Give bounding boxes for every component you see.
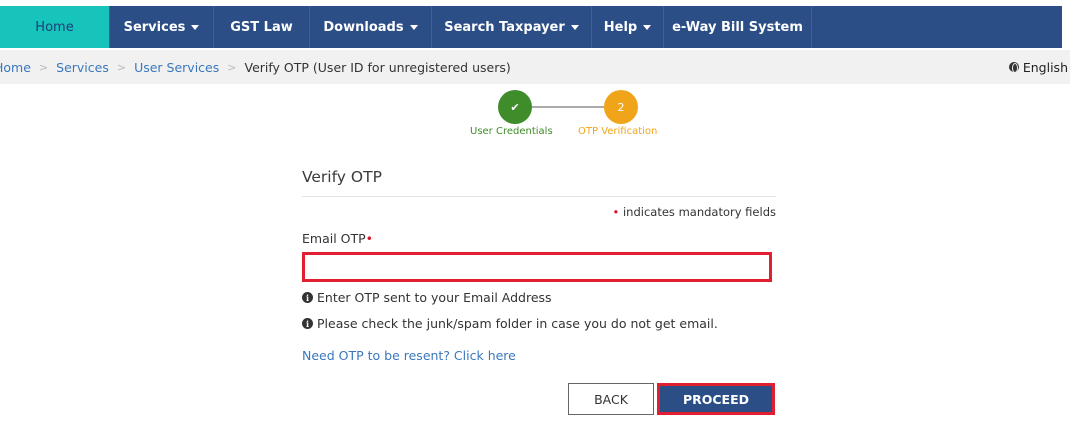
- step-2-label: OTP Verification: [578, 126, 658, 137]
- required-asterisk: •: [365, 231, 374, 246]
- breadcrumb-separator-icon: >: [227, 60, 237, 74]
- chevron-down-icon: [643, 24, 652, 30]
- breadcrumb-separator-icon: >: [116, 60, 127, 74]
- nav-search-taxpayer-label: Search Taxpayer: [444, 19, 565, 35]
- required-asterisk: •: [612, 205, 620, 219]
- email-otp-input[interactable]: [302, 252, 772, 282]
- spam-hint: i Please check the junk/spam folder in ca…: [302, 316, 776, 331]
- nav-help-label: Help: [603, 19, 638, 35]
- globe-icon: [1008, 62, 1019, 72]
- nav-downloads-label: Downloads: [323, 19, 404, 35]
- progress-stepper: ✔ 2 User Credentials OTP Verification: [468, 88, 678, 144]
- nav-gst-law-label: GST Law: [230, 19, 293, 35]
- breadcrumb-home[interactable]: Home: [0, 60, 31, 75]
- email-otp-label-text: Email OTP: [302, 231, 366, 246]
- nav-services[interactable]: Services: [110, 6, 214, 48]
- form-title: Verify OTP: [302, 160, 776, 197]
- spam-hint-text: Please check the junk/spam folder in cas…: [317, 316, 718, 331]
- step-2-circle: 2: [604, 90, 638, 124]
- nav-search-taxpayer[interactable]: Search Taxpayer: [432, 6, 592, 48]
- back-button[interactable]: BACK: [568, 383, 654, 415]
- breadcrumb: Home > Services > User Services > Verify…: [0, 50, 1070, 84]
- nav-help[interactable]: Help: [592, 6, 664, 48]
- breadcrumb-services[interactable]: Services: [56, 60, 109, 75]
- otp-hint: i Enter OTP sent to your Email Address: [302, 290, 776, 305]
- step-1-check-icon: ✔: [498, 90, 532, 124]
- step-2-number: 2: [617, 100, 625, 114]
- mandatory-note-text: indicates mandatory fields: [622, 205, 776, 219]
- nav-home-label: Home: [35, 19, 74, 35]
- nav-home[interactable]: Home: [0, 6, 110, 48]
- breadcrumb-user-services[interactable]: User Services: [134, 60, 219, 75]
- resend-otp-link[interactable]: Need OTP to be resent? Click here: [302, 348, 776, 363]
- nav-eway-bill-label: e-Way Bill System: [672, 19, 803, 35]
- language-selector[interactable]: English: [1008, 50, 1068, 84]
- info-icon: i: [302, 318, 313, 329]
- info-icon: i: [302, 292, 313, 303]
- breadcrumb-current: Verify OTP (User ID for unregistered use…: [244, 59, 511, 75]
- nav-eway-bill[interactable]: e-Way Bill System: [664, 6, 812, 48]
- nav-downloads[interactable]: Downloads: [310, 6, 432, 48]
- nav-services-label: Services: [123, 19, 186, 35]
- email-otp-label: Email OTP•: [302, 231, 776, 246]
- otp-hint-text: Enter OTP sent to your Email Address: [317, 290, 552, 305]
- stepper-connector-line: [528, 106, 608, 108]
- proceed-button[interactable]: PROCEED: [657, 383, 775, 415]
- nav-gst-law[interactable]: GST Law: [214, 6, 310, 48]
- chevron-down-icon: [191, 24, 200, 30]
- breadcrumb-separator-icon: >: [38, 60, 49, 74]
- step-1-marker: ✔: [510, 100, 520, 114]
- form-actions: BACK PROCEED: [568, 383, 775, 415]
- step-1-label: User Credentials: [470, 126, 553, 137]
- top-navigation-bar: Home Services GST Law Downloads Search T…: [0, 6, 1062, 48]
- chevron-down-icon: [409, 24, 418, 30]
- chevron-down-icon: [570, 24, 579, 30]
- language-label: English: [1022, 59, 1068, 75]
- verify-otp-form: Verify OTP • indicates mandatory fields …: [302, 160, 776, 363]
- mandatory-note: • indicates mandatory fields: [302, 205, 776, 219]
